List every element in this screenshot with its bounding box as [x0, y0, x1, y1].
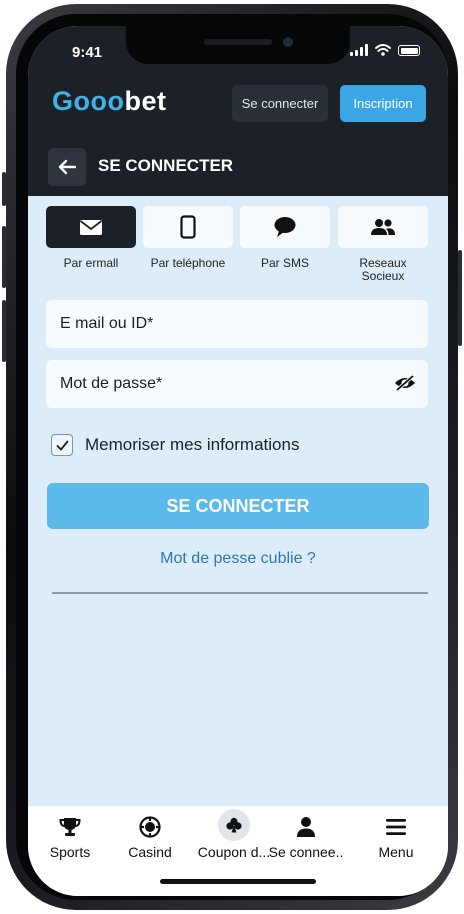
nav-menu-label: Menu	[378, 844, 414, 860]
volume-up-button	[2, 226, 6, 288]
logo-text-bet: bet	[124, 86, 167, 116]
remember-checkbox[interactable]	[51, 434, 73, 456]
nav-sports-label: Sports	[49, 844, 91, 860]
envelope-icon	[79, 219, 103, 235]
gooobet-logo[interactable]: Gooobet	[52, 86, 166, 117]
chip-icon	[139, 816, 161, 838]
status-time: 9:41	[72, 44, 103, 61]
phone-frame: 9:41 Gooobet Se connecter Inscription SE…	[2, 4, 462, 910]
status-icons	[350, 44, 420, 56]
signup-button[interactable]: Inscription	[340, 85, 426, 122]
notch	[126, 26, 350, 64]
password-field[interactable]: Mot de passe*	[46, 360, 428, 408]
cellular-signal-icon	[350, 44, 368, 56]
email-field[interactable]: E mail ou ID*	[46, 300, 428, 348]
power-button	[458, 250, 462, 346]
smartphone-icon	[180, 215, 196, 239]
login-submit-button[interactable]: SE CONNECTER	[47, 483, 429, 529]
trophy-icon	[59, 818, 81, 836]
remember-label[interactable]: Memoriser mes informations	[85, 435, 299, 455]
tab-phone[interactable]	[143, 206, 233, 248]
eye-off-icon[interactable]	[394, 374, 416, 392]
front-camera	[283, 37, 293, 47]
header-login-button[interactable]: Se connecter	[232, 85, 328, 122]
club-icon	[226, 817, 242, 833]
home-indicator[interactable]	[160, 879, 316, 884]
phone-screen: 9:41 Gooobet Se connecter Inscription SE…	[28, 26, 448, 896]
nav-sports[interactable]: Sports	[28, 814, 112, 860]
email-placeholder: E mail ou ID*	[60, 315, 154, 332]
tab-sms[interactable]	[240, 206, 330, 248]
tab-social-label: Reseaux Socieux	[359, 256, 407, 283]
battery-icon	[398, 45, 420, 56]
nav-menu[interactable]: Menu	[354, 814, 438, 860]
forgot-password-link[interactable]: Mot de pesse cublie ?	[28, 550, 448, 568]
mute-switch	[2, 172, 6, 206]
tab-social[interactable]	[338, 206, 428, 248]
checkmark-icon	[56, 440, 68, 450]
coupon-icon-circle	[218, 809, 250, 841]
tab-email[interactable]	[46, 206, 136, 248]
page-title-bar: SE CONNECTER	[28, 146, 448, 196]
nav-casino[interactable]: Casind	[108, 814, 192, 860]
nav-login-label: Se connee..	[268, 844, 344, 860]
chat-bubble-icon	[274, 217, 296, 237]
hamburger-icon	[386, 819, 406, 835]
tab-email-label: Par ermall	[63, 256, 119, 270]
page-title: SE CONNECTER	[98, 156, 234, 175]
user-icon	[297, 817, 315, 837]
nav-login[interactable]: Se connee..	[264, 814, 348, 860]
back-button[interactable]	[48, 148, 86, 186]
divider	[52, 592, 428, 594]
tab-phone-label: Par teléphone	[150, 256, 226, 270]
volume-down-button	[2, 300, 6, 362]
tab-sms-label: Par SMS	[260, 256, 309, 270]
wifi-icon	[375, 44, 391, 56]
users-icon	[371, 219, 395, 235]
speaker-grille	[204, 39, 272, 45]
logo-text-gooo: Gooo	[52, 86, 125, 116]
password-placeholder: Mot de passe*	[60, 375, 163, 392]
arrow-left-icon	[58, 159, 76, 175]
nav-casino-label: Casind	[128, 844, 172, 860]
app-header: 9:41 Gooobet Se connecter Inscription SE…	[28, 26, 448, 196]
